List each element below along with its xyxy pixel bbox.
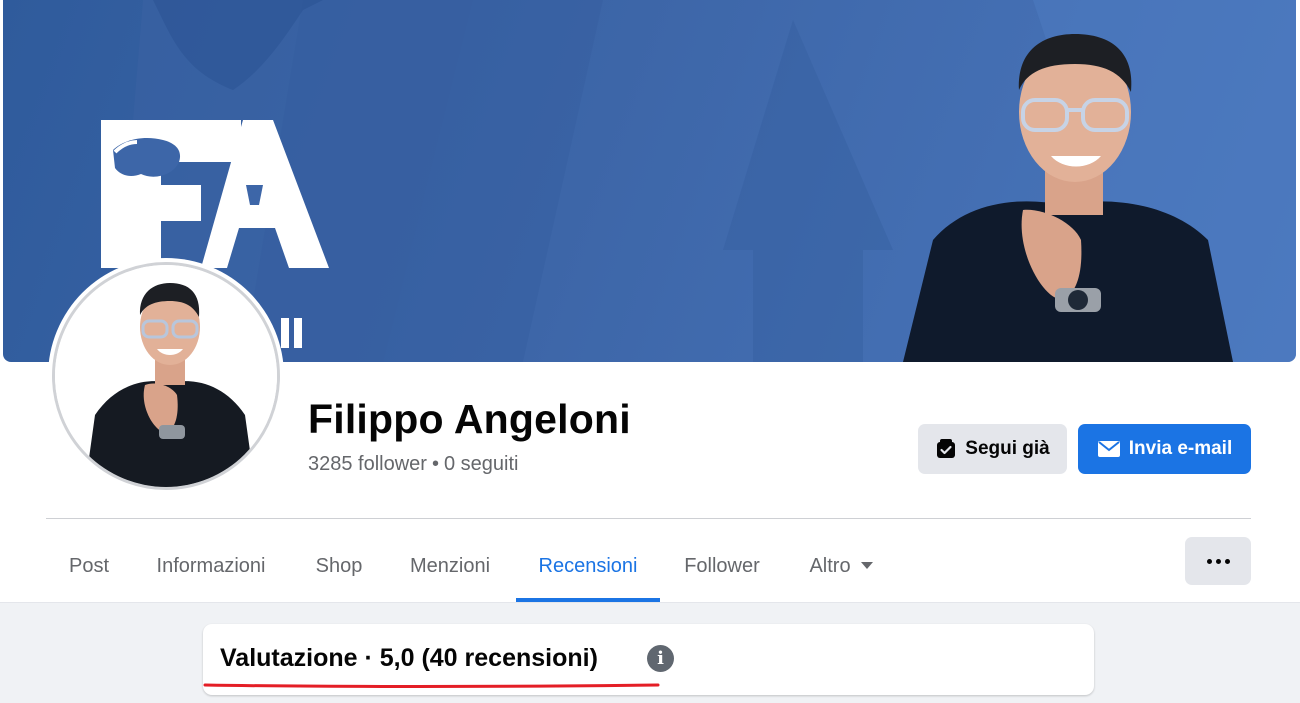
three-dots-icon [1206,558,1212,564]
tab-altro-label: Altro [809,554,851,577]
header-divider [46,518,1251,519]
send-email-button[interactable]: Invia e-mail [1078,424,1251,474]
following-button[interactable]: Segui già [918,424,1067,474]
tab-menzioni[interactable]: Menzioni [388,530,512,602]
following-button-label: Segui già [965,438,1050,459]
profile-avatar[interactable] [48,258,284,494]
rating-card: Valutazione · 5,0 (40 recensioni) i [203,624,1094,695]
following-count[interactable]: 0 seguiti [444,453,519,475]
info-icon[interactable]: i [647,645,674,672]
envelope-icon [1097,441,1120,457]
chevron-down-icon [860,561,873,569]
profile-stats: 3285 follower • 0 seguiti [308,453,518,476]
red-highlight-underline [203,683,660,688]
following-check-icon [937,439,956,458]
tab-recensioni-label: Recensioni [538,554,638,577]
tab-informazioni-label: Informazioni [156,554,266,577]
tab-follower[interactable]: Follower [660,530,784,602]
page-title: Filippo Angeloni [308,396,631,442]
stats-separator: • [431,453,439,475]
tab-shop[interactable]: Shop [290,530,388,602]
tab-informazioni[interactable]: Informazioni [132,530,290,602]
tab-altro[interactable]: Altro [786,530,896,602]
tab-shop-label: Shop [315,554,363,577]
tab-menzioni-label: Menzioni [409,554,491,577]
followers-count[interactable]: 3285 follower [308,453,427,475]
send-email-button-label: Invia e-mail [1128,438,1233,459]
three-dots-icon [1215,558,1221,564]
tab-post[interactable]: Post [46,530,132,602]
three-dots-icon [1224,558,1230,564]
tab-post-label: Post [68,554,110,577]
avatar-image [52,262,280,490]
profile-page: Filippo Angeloni 3285 follower • 0 seguiti… [0,0,1300,703]
rating-summary: Valutazione · 5,0 (40 recensioni) [220,644,598,672]
tab-follower-label: Follower [684,554,760,577]
tab-recensioni[interactable]: Recensioni [516,530,660,602]
more-options-button[interactable] [1185,537,1251,585]
